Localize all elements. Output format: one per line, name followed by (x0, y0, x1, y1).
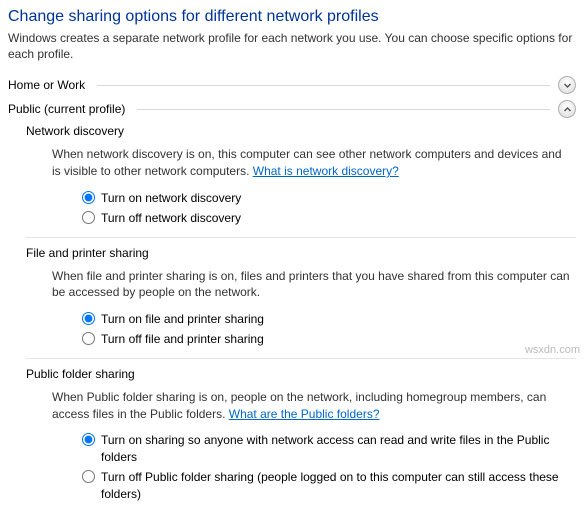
radio-file-printer-off[interactable]: Turn off file and printer sharing (82, 331, 576, 348)
divider (97, 85, 550, 86)
radio-public-folder-on[interactable]: Turn on sharing so anyone with network a… (82, 432, 576, 466)
radio-group-file-printer: Turn on file and printer sharing Turn of… (82, 311, 576, 348)
radio-input[interactable] (82, 332, 95, 345)
section-title: Public folder sharing (26, 367, 576, 381)
section-file-printer-sharing: File and printer sharing When file and p… (26, 246, 576, 348)
page-description: Windows creates a separate network profi… (8, 30, 576, 62)
section-network-discovery: Network discovery When network discovery… (26, 124, 576, 226)
chevron-down-icon (558, 76, 576, 94)
radio-input[interactable] (82, 433, 95, 446)
profile-header-home-or-work[interactable]: Home or Work (8, 76, 576, 94)
radio-label: Turn off Public folder sharing (people l… (101, 469, 576, 503)
radio-input[interactable] (82, 191, 95, 204)
profile-header-public[interactable]: Public (current profile) (8, 100, 576, 118)
section-title: Network discovery (26, 124, 576, 138)
section-description: When network discovery is on, this compu… (52, 146, 572, 180)
radio-public-folder-off[interactable]: Turn off Public folder sharing (people l… (82, 469, 576, 503)
radio-input[interactable] (82, 312, 95, 325)
page-title: Change sharing options for different net… (8, 8, 576, 26)
watermark: wsxdn.com (525, 344, 580, 356)
divider (137, 109, 550, 110)
radio-input[interactable] (82, 470, 95, 483)
radio-label: Turn off network discovery (101, 210, 241, 227)
section-description: When file and printer sharing is on, fil… (52, 268, 572, 302)
divider (26, 358, 576, 359)
radio-network-discovery-off[interactable]: Turn off network discovery (82, 210, 576, 227)
divider (26, 237, 576, 238)
link-what-is-network-discovery[interactable]: What is network discovery? (253, 164, 399, 178)
link-what-are-public-folders[interactable]: What are the Public folders? (229, 407, 380, 421)
chevron-up-icon (558, 100, 576, 118)
profile-label: Public (current profile) (8, 102, 125, 116)
radio-label: Turn on network discovery (101, 190, 241, 207)
radio-file-printer-on[interactable]: Turn on file and printer sharing (82, 311, 576, 328)
section-description: When Public folder sharing is on, people… (52, 389, 572, 423)
radio-label: Turn off file and printer sharing (101, 331, 264, 348)
radio-group-network-discovery: Turn on network discovery Turn off netwo… (82, 190, 576, 227)
section-title: File and printer sharing (26, 246, 576, 260)
radio-label: Turn on sharing so anyone with network a… (101, 432, 576, 466)
section-public-folder-sharing: Public folder sharing When Public folder… (26, 367, 576, 503)
radio-network-discovery-on[interactable]: Turn on network discovery (82, 190, 576, 207)
radio-label: Turn on file and printer sharing (101, 311, 264, 328)
radio-input[interactable] (82, 211, 95, 224)
profile-label: Home or Work (8, 78, 85, 92)
radio-group-public-folder: Turn on sharing so anyone with network a… (82, 432, 576, 502)
